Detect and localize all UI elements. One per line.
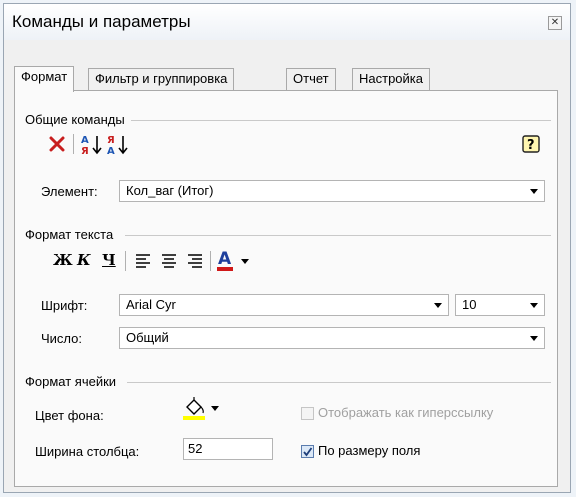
toolbar-separator bbox=[125, 251, 126, 271]
bg-color-label: Цвет фона: bbox=[35, 408, 104, 423]
close-icon: ✕ bbox=[550, 17, 560, 28]
title-bar[interactable]: Команды и параметры ✕ bbox=[4, 4, 570, 40]
window-title: Команды и параметры bbox=[12, 12, 191, 31]
font-size-select[interactable]: 10 bbox=[455, 294, 545, 316]
tab-format[interactable]: Формат bbox=[14, 66, 75, 92]
column-width-value: 52 bbox=[188, 441, 203, 456]
dialog-window: Команды и параметры ✕ Формат Фильтр и гр… bbox=[3, 3, 571, 493]
tab-settings[interactable]: Настройка bbox=[352, 68, 430, 90]
align-center-icon[interactable] bbox=[161, 253, 177, 269]
checkmark-icon bbox=[303, 447, 313, 457]
font-size-value: 10 bbox=[462, 297, 477, 312]
chevron-down-icon bbox=[530, 189, 538, 194]
align-right-icon[interactable] bbox=[187, 253, 203, 269]
element-select-value: Кол_ваг (Итог) bbox=[126, 183, 214, 198]
sort-descending-icon[interactable]: Я A bbox=[107, 133, 129, 155]
divider bbox=[127, 382, 551, 383]
fill-color-icon[interactable] bbox=[183, 397, 223, 421]
autofit-checkbox[interactable] bbox=[301, 445, 314, 458]
toolbar-separator bbox=[73, 134, 74, 154]
delete-icon[interactable] bbox=[49, 136, 65, 152]
align-left-icon[interactable] bbox=[135, 253, 151, 269]
font-color-icon[interactable]: A bbox=[217, 249, 253, 273]
svg-text:A: A bbox=[218, 249, 232, 269]
svg-text:A: A bbox=[81, 135, 89, 146]
italic-button[interactable]: К bbox=[77, 251, 91, 269]
number-format-value: Общий bbox=[126, 330, 169, 345]
divider bbox=[125, 235, 551, 236]
bold-button[interactable]: Ж bbox=[53, 251, 73, 269]
element-select[interactable]: Кол_ваг (Итог) bbox=[119, 180, 545, 202]
section-cell-format-title: Формат ячейки bbox=[25, 374, 117, 389]
hyperlink-label: Отображать как гиперссылку bbox=[318, 405, 494, 420]
font-label: Шрифт: bbox=[41, 298, 88, 313]
chevron-down-icon bbox=[530, 336, 538, 341]
help-icon[interactable]: ? bbox=[522, 135, 540, 153]
underline-button[interactable]: Ч bbox=[102, 251, 116, 269]
number-format-select[interactable]: Общий bbox=[119, 327, 545, 349]
sort-ascending-icon[interactable]: A Я bbox=[81, 133, 103, 155]
svg-text:A: A bbox=[107, 146, 115, 155]
element-label: Элемент: bbox=[41, 184, 98, 199]
number-label: Число: bbox=[41, 331, 82, 346]
svg-text:Я: Я bbox=[107, 135, 115, 146]
column-width-input[interactable]: 52 bbox=[183, 438, 273, 460]
tab-filter-grouping[interactable]: Фильтр и группировка bbox=[88, 68, 235, 90]
tab-panel-format: Общие команды A Я Я A ? Элемент: Кол_ваг… bbox=[14, 90, 558, 487]
tab-report[interactable]: Отчет bbox=[286, 68, 336, 90]
column-width-label: Ширина столбца: bbox=[35, 444, 140, 459]
chevron-down-icon bbox=[434, 303, 442, 308]
svg-text:?: ? bbox=[527, 138, 535, 153]
divider bbox=[131, 120, 551, 121]
section-general-title: Общие команды bbox=[25, 112, 125, 127]
autofit-label: По размеру поля bbox=[318, 443, 421, 458]
section-text-format-title: Формат текста bbox=[25, 227, 114, 242]
font-select[interactable]: Arial Cyr bbox=[119, 294, 449, 316]
hyperlink-checkbox[interactable] bbox=[301, 407, 314, 420]
toolbar-separator bbox=[210, 251, 211, 271]
chevron-down-icon bbox=[530, 303, 538, 308]
font-select-value: Arial Cyr bbox=[126, 297, 176, 312]
close-button[interactable]: ✕ bbox=[548, 16, 562, 30]
svg-text:Я: Я bbox=[81, 146, 89, 155]
